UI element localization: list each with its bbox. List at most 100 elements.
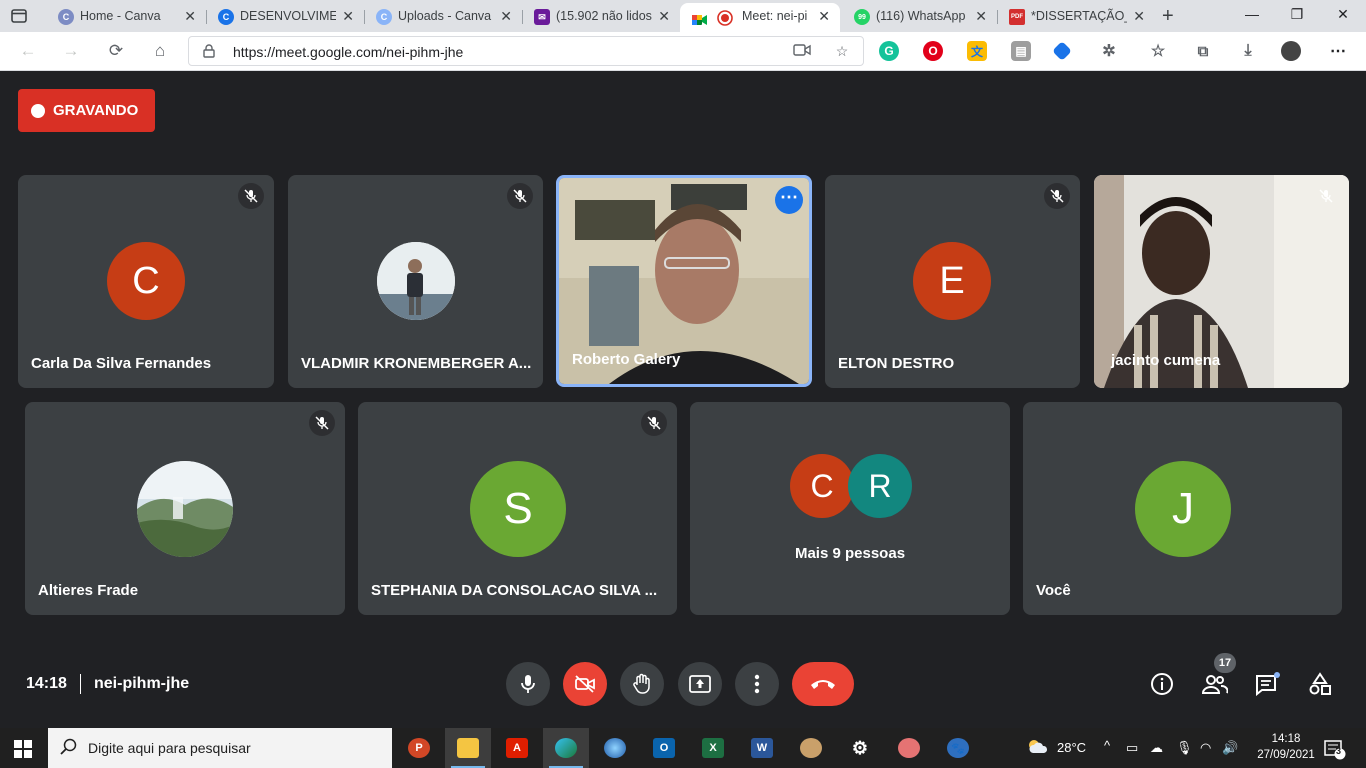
new-tab-plus-icon[interactable]: + [1162, 5, 1174, 28]
chat-button[interactable] [1254, 670, 1282, 698]
search-placeholder: Digite aqui para pesquisar [88, 740, 251, 756]
present-icon [689, 675, 711, 693]
taskbar-acrobat[interactable]: A [494, 728, 540, 768]
mic-off-icon [1044, 183, 1070, 209]
add-favorite-icon[interactable]: ☆ [833, 43, 851, 61]
tab-actions-icon[interactable] [10, 7, 28, 25]
notification-count: 3 [1336, 746, 1342, 756]
more-options-button[interactable] [735, 662, 779, 706]
participant-tile-altieres[interactable]: Altieres Frade [25, 402, 345, 615]
taskbar-excel[interactable]: X [690, 728, 736, 768]
close-icon[interactable]: ✕ [1133, 3, 1145, 30]
volume-icon[interactable]: 🔊 [1222, 740, 1238, 756]
back-arrow-icon[interactable]: ← [18, 41, 38, 61]
chevron-up-icon[interactable]: ^ [1104, 738, 1110, 753]
tab-extension-icon[interactable]: ▤ [1011, 41, 1031, 61]
tab-meet[interactable]: Meet: nei-pi ✕ [680, 3, 840, 32]
downloads-icon[interactable]: ⤓ [1238, 41, 1258, 61]
microphone-button[interactable] [506, 662, 550, 706]
battery-icon[interactable]: ▭ [1126, 740, 1138, 756]
camera-toggle-button[interactable] [563, 662, 607, 706]
tab-title: (116) WhatsApp [876, 9, 966, 23]
close-icon[interactable]: ✕ [342, 3, 354, 30]
home-icon[interactable]: ⌂ [150, 41, 170, 61]
reload-icon[interactable]: ⟳ [106, 41, 126, 61]
close-icon[interactable]: ✕ [818, 3, 830, 30]
recording-dot-icon [31, 103, 45, 118]
close-window-icon[interactable]: ✕ [1333, 6, 1353, 23]
weather-temperature[interactable]: 28°C [1057, 740, 1086, 755]
participant-name: Altieres Frade [38, 582, 139, 599]
grammarly-extension-icon[interactable]: G [879, 41, 899, 61]
clock-date: 27/09/2021 [1257, 749, 1315, 761]
more-participants-tile[interactable]: C R Mais 9 pessoas [690, 402, 1010, 615]
tab-strip: C Home - Canva ✕ C DESENVOLVIMEN ✕ C Upl… [0, 0, 1366, 32]
participant-tile-stephania[interactable]: S STEPHANIA DA CONSOLACAO SILVA ... [358, 402, 677, 615]
opera-extension-icon[interactable]: O [923, 41, 943, 61]
mic-off-icon [641, 410, 667, 436]
tab-uploads-canva[interactable]: C Uploads - Canva ✕ [362, 3, 522, 32]
present-screen-button[interactable] [678, 662, 722, 706]
paw-icon: 🐾 [947, 738, 969, 758]
taskbar-snip[interactable] [886, 728, 932, 768]
taskbar-paint[interactable] [788, 728, 834, 768]
network-warning-icon[interactable]: ☁ [1150, 740, 1163, 756]
settings-more-icon[interactable]: ⋯ [1328, 41, 1348, 61]
url-field[interactable]: https://meet.google.com/nei-pihm-jhe ☆ [188, 36, 864, 66]
diamond-extension-icon[interactable] [1052, 41, 1072, 61]
profile-avatar[interactable] [1281, 41, 1301, 61]
tab-whatsapp[interactable]: 99 (116) WhatsApp ✕ [840, 3, 997, 32]
restore-icon[interactable]: ❐ [1287, 6, 1307, 23]
participant-tile-jacinto[interactable]: jacinto cumena [1094, 175, 1349, 388]
taskbar-edge[interactable] [543, 728, 589, 768]
taskbar-word[interactable]: W [739, 728, 785, 768]
taskbar-powerpoint[interactable]: P [396, 728, 442, 768]
close-icon[interactable]: ✕ [975, 3, 987, 30]
participant-tile-carla[interactable]: C Carla Da Silva Fernandes [18, 175, 274, 388]
tab-desenvolvimento[interactable]: C DESENVOLVIMEN ✕ [204, 3, 364, 32]
tab-dissertacao[interactable]: PDF *DISSERTAÇÃO_M ✕ [995, 3, 1155, 32]
translate-extension-icon[interactable]: 文 [967, 41, 987, 61]
taskbar-paw-app[interactable]: 🐾 [935, 728, 981, 768]
close-icon[interactable]: ✕ [658, 3, 670, 30]
tab-title: Uploads - Canva [398, 9, 492, 23]
canva-favicon-icon: C [58, 9, 74, 25]
forward-arrow-icon[interactable]: → [61, 41, 81, 61]
taskbar-clock[interactable]: 14:18 27/09/2021 [1256, 731, 1316, 763]
microphone-tray-icon[interactable]: 🎙 [1176, 740, 1193, 756]
minimize-icon[interactable]: — [1242, 6, 1262, 22]
avatar-photo [377, 242, 455, 320]
notification-center-button[interactable]: 3 [1324, 740, 1346, 765]
search-icon [60, 738, 78, 761]
leave-call-button[interactable] [792, 662, 854, 706]
camera-icon[interactable] [793, 43, 811, 61]
participant-tile-elton[interactable]: E ELTON DESTRO [825, 175, 1080, 388]
participant-tile-vladmir[interactable]: VLADMIR KRONEMBERGER A... [288, 175, 543, 388]
activities-icon [1309, 672, 1331, 695]
windows-start-icon[interactable] [14, 740, 32, 758]
wifi-icon[interactable]: ◠ [1200, 740, 1211, 756]
taskbar-file-explorer[interactable] [445, 728, 491, 768]
collections-icon[interactable]: ⧉ [1193, 41, 1213, 61]
tab-title: DESENVOLVIMEN [240, 9, 336, 23]
taskbar-settings[interactable]: ⚙ [837, 728, 883, 768]
close-icon[interactable]: ✕ [500, 3, 512, 30]
people-button[interactable] [1201, 670, 1229, 698]
extensions-puzzle-icon[interactable]: ✲ [1099, 41, 1119, 61]
raise-hand-button[interactable] [620, 662, 664, 706]
taskbar-globe-app[interactable] [592, 728, 638, 768]
participant-tile-roberto[interactable]: ⋯ Roberto Galery [556, 175, 812, 387]
gear-icon: ⚙ [851, 737, 869, 758]
weather-cloud-icon[interactable] [1027, 738, 1049, 757]
tab-home-canva[interactable]: C Home - Canva ✕ [44, 3, 206, 32]
tab-email[interactable]: ✉ (15.902 não lidos ✕ [520, 3, 680, 32]
meeting-info-button[interactable] [1148, 670, 1176, 698]
favorites-icon[interactable]: ☆ [1148, 41, 1168, 61]
recording-badge[interactable]: GRAVANDO [18, 89, 155, 132]
taskbar-search-box[interactable]: Digite aqui para pesquisar [48, 728, 392, 768]
more-options-icon[interactable]: ⋯ [775, 186, 803, 214]
activities-button[interactable] [1306, 670, 1334, 698]
close-icon[interactable]: ✕ [184, 3, 196, 30]
taskbar-outlook[interactable]: O [641, 728, 687, 768]
participant-tile-self[interactable]: J Você [1023, 402, 1342, 615]
